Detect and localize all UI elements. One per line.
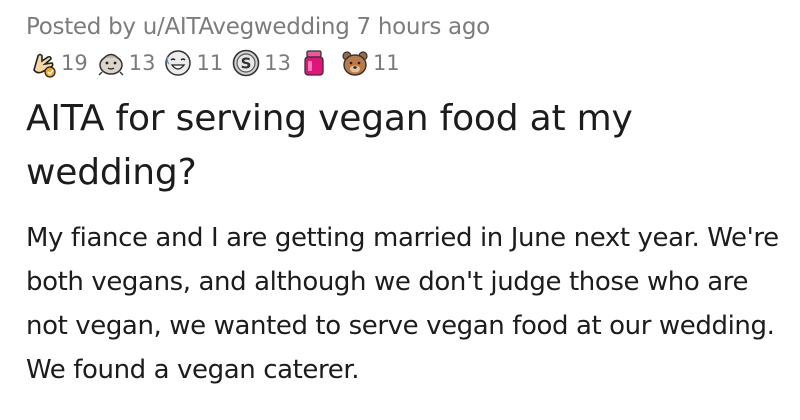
award-count: 11 xyxy=(372,51,400,75)
award-laughing[interactable]: 11 xyxy=(163,48,223,78)
award-jar[interactable] xyxy=(299,48,332,78)
award-count: 19 xyxy=(61,51,88,75)
post-meta: Posted by u/AITAvegwedding 7 hours ago xyxy=(26,10,794,44)
wholesome-seal-icon xyxy=(98,53,124,76)
award-count: 13 xyxy=(128,51,156,75)
pink-jar-icon xyxy=(304,50,324,76)
awards-bar[interactable]: 19 13 11 S 13 11 xyxy=(28,46,794,80)
award-count: 13 xyxy=(264,51,291,75)
award-helpful[interactable]: 19 xyxy=(28,48,88,78)
post-body: My fiance and I are getting married in J… xyxy=(26,223,779,385)
reddit-post: Posted by u/AITAvegwedding 7 hours ago 1… xyxy=(26,10,794,392)
posted-by-prefix: Posted by xyxy=(26,14,143,40)
post-time: 7 hours ago xyxy=(349,14,491,40)
award-bear[interactable]: 11 xyxy=(340,48,400,78)
helpful-hand-icon xyxy=(33,53,56,78)
username-link[interactable]: u/AITAvegwedding xyxy=(143,14,350,40)
laughing-face-icon xyxy=(165,50,192,76)
award-wholesome[interactable]: 13 xyxy=(96,48,156,78)
post-title[interactable]: AITA for serving vegan food at my weddin… xyxy=(26,92,726,200)
bear-icon xyxy=(342,51,368,76)
award-silver[interactable]: S 13 xyxy=(231,48,291,78)
svg-text:S: S xyxy=(241,55,252,73)
award-count: 11 xyxy=(196,51,224,75)
silver-coin-icon: S xyxy=(232,49,260,77)
